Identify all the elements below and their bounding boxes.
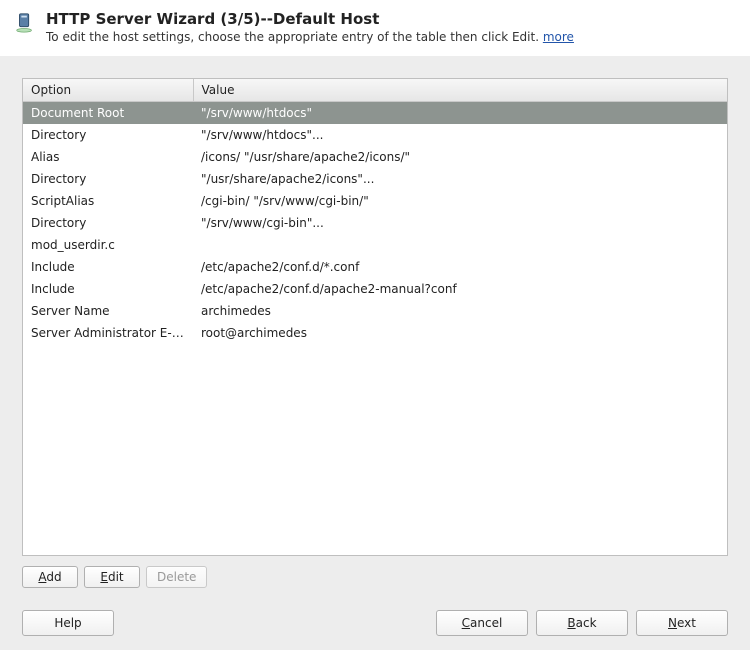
table-row[interactable]: mod_userdir.c (23, 234, 727, 256)
table-row[interactable]: Alias/icons/ "/usr/share/apache2/icons/" (23, 146, 727, 168)
table-row[interactable]: Directory"/usr/share/apache2/icons"... (23, 168, 727, 190)
cell-value: archimedes (193, 300, 727, 322)
delete-button: Delete (146, 566, 207, 588)
page-subtitle: To edit the host settings, choose the ap… (46, 30, 736, 44)
cell-option: Include (23, 256, 193, 278)
cell-value: "/usr/share/apache2/icons"... (193, 168, 727, 190)
settings-table[interactable]: Option Value Document Root"/srv/www/htdo… (22, 78, 728, 556)
column-header-option[interactable]: Option (23, 79, 193, 102)
next-button[interactable]: Next (636, 610, 728, 636)
cell-option: Directory (23, 212, 193, 234)
cell-value: /etc/apache2/conf.d/apache2-manual?conf (193, 278, 727, 300)
add-button[interactable]: Add (22, 566, 78, 588)
cell-value: /icons/ "/usr/share/apache2/icons/" (193, 146, 727, 168)
cell-option: Directory (23, 124, 193, 146)
table-row[interactable]: Include/etc/apache2/conf.d/apache2-manua… (23, 278, 727, 300)
table-row[interactable]: Server Namearchimedes (23, 300, 727, 322)
table-empty-area (23, 344, 727, 555)
table-row[interactable]: Directory"/srv/www/cgi-bin"... (23, 212, 727, 234)
subtitle-text: To edit the host settings, choose the ap… (46, 30, 543, 44)
cell-value: "/srv/www/htdocs"... (193, 124, 727, 146)
cell-option: ScriptAlias (23, 190, 193, 212)
table-row[interactable]: Directory"/srv/www/htdocs"... (23, 124, 727, 146)
more-link[interactable]: more (543, 30, 574, 44)
cell-option: Include (23, 278, 193, 300)
cell-option: mod_userdir.c (23, 234, 193, 256)
page-title: HTTP Server Wizard (3/5)--Default Host (46, 10, 736, 28)
cell-option: Directory (23, 168, 193, 190)
cell-value: /etc/apache2/conf.d/*.conf (193, 256, 727, 278)
cell-option: Document Root (23, 102, 193, 125)
delete-button-label: Delete (157, 570, 196, 584)
cell-value: root@archimedes (193, 322, 727, 344)
table-row[interactable]: Document Root"/srv/www/htdocs" (23, 102, 727, 125)
table-row[interactable]: Server Administrator E-Mailroot@archimed… (23, 322, 727, 344)
wizard-header: HTTP Server Wizard (3/5)--Default Host T… (0, 0, 750, 56)
table-row[interactable]: ScriptAlias/cgi-bin/ "/srv/www/cgi-bin/" (23, 190, 727, 212)
cell-value: "/srv/www/htdocs" (193, 102, 727, 125)
cell-option: Server Name (23, 300, 193, 322)
cell-option: Alias (23, 146, 193, 168)
cell-value (193, 234, 727, 256)
column-header-value[interactable]: Value (193, 79, 727, 102)
edit-button[interactable]: Edit (84, 566, 140, 588)
cancel-button[interactable]: Cancel (436, 610, 528, 636)
help-button[interactable]: Help (22, 610, 114, 636)
table-row[interactable]: Include/etc/apache2/conf.d/*.conf (23, 256, 727, 278)
cell-value: "/srv/www/cgi-bin"... (193, 212, 727, 234)
table-header-row[interactable]: Option Value (23, 79, 727, 102)
cell-option: Server Administrator E-Mail (23, 322, 193, 344)
cell-value: /cgi-bin/ "/srv/www/cgi-bin/" (193, 190, 727, 212)
back-button[interactable]: Back (536, 610, 628, 636)
server-icon (14, 12, 36, 34)
